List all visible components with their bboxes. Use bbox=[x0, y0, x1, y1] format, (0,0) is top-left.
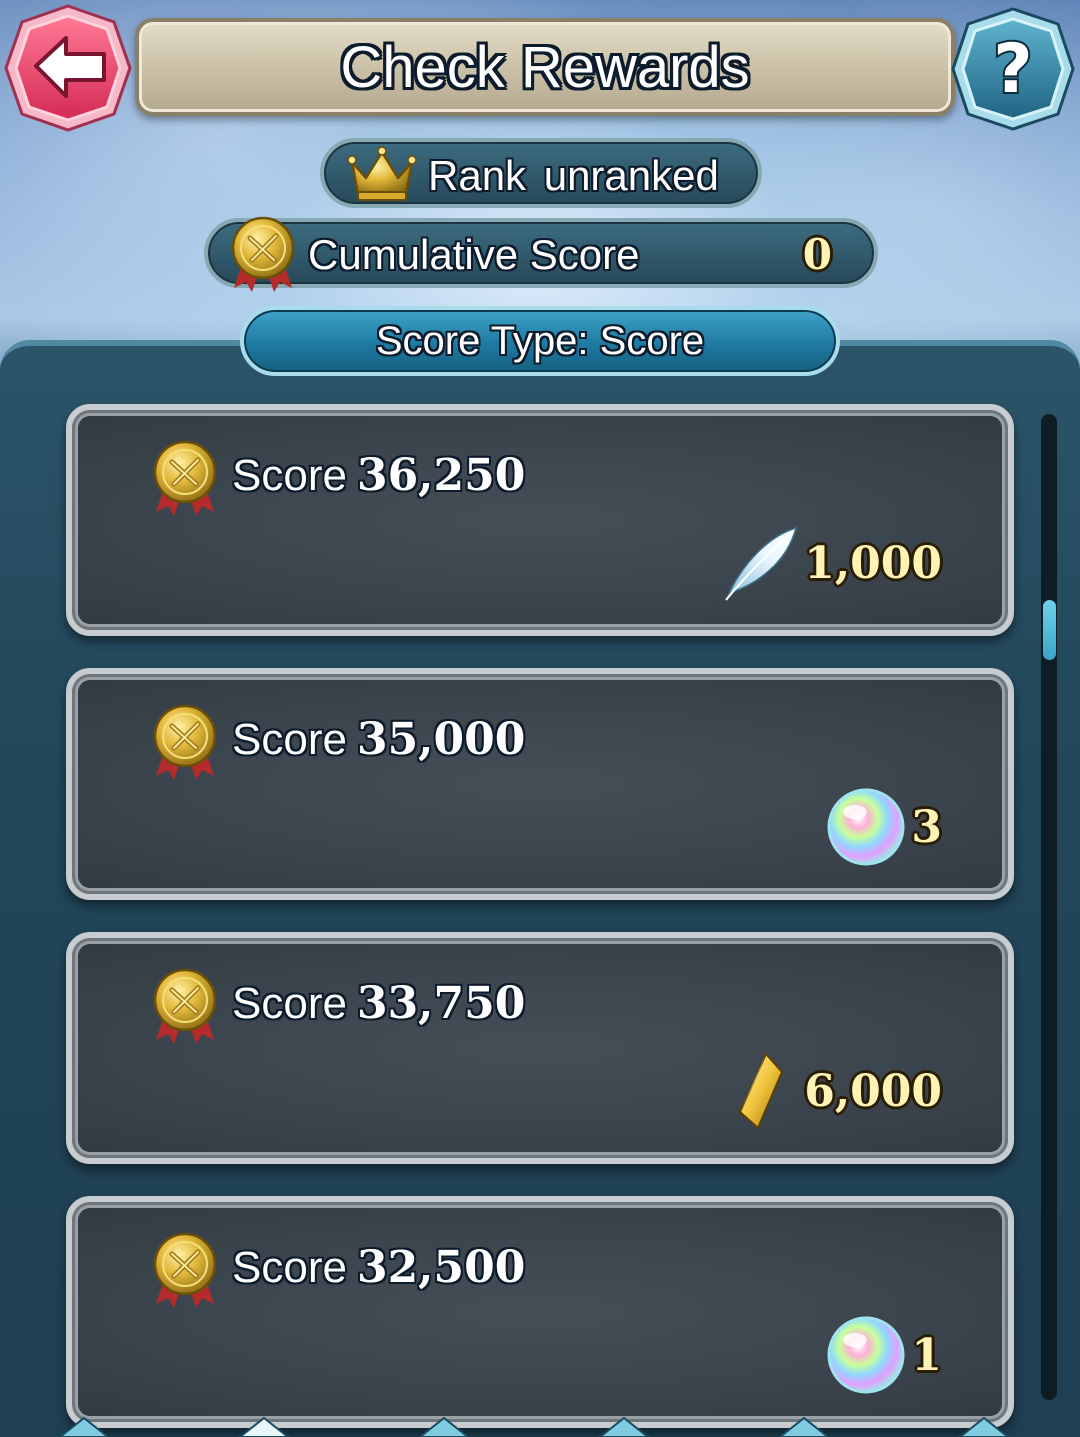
orb-icon bbox=[827, 1316, 905, 1394]
page-title: Check Rewards bbox=[340, 34, 750, 100]
back-arrow-icon bbox=[4, 4, 132, 132]
medal-icon bbox=[152, 704, 218, 780]
title-plate: Check Rewards bbox=[135, 18, 955, 116]
feather-icon bbox=[725, 526, 798, 601]
medal-icon bbox=[152, 440, 218, 516]
reward-card: Score 35,000 3 bbox=[66, 668, 1014, 900]
reward-card: Score 36,250 1,000 bbox=[66, 404, 1014, 636]
cumulative-score-label: Cumulative Score bbox=[308, 231, 640, 278]
reward-quantity: 6,000 bbox=[804, 1065, 942, 1117]
question-mark-icon: ? bbox=[951, 7, 1075, 131]
reward-item: 3 bbox=[825, 782, 942, 872]
medal-icon bbox=[152, 968, 218, 1044]
rewards-list[interactable]: Score 36,250 1,000 Score 35,000 3 Score 33,… bbox=[0, 350, 1080, 1437]
reward-item: 1 bbox=[825, 1310, 942, 1400]
help-button[interactable]: ? bbox=[950, 6, 1076, 132]
crown-icon bbox=[347, 146, 417, 201]
reward-card: Score 32,500 1 bbox=[66, 1196, 1014, 1428]
reward-item: 1,000 bbox=[718, 518, 942, 608]
rank-display: Rank unranked bbox=[320, 138, 762, 208]
back-button[interactable] bbox=[4, 4, 132, 132]
reward-quantity: 1 bbox=[911, 1329, 942, 1381]
reward-threshold: Score 36,250 bbox=[232, 450, 526, 501]
bottom-ornament bbox=[58, 1416, 1010, 1437]
reward-item: 6,000 bbox=[718, 1046, 942, 1136]
scrollbar-track[interactable] bbox=[1041, 414, 1057, 1400]
cumulative-score-display: Cumulative Score 0 bbox=[204, 218, 878, 288]
rank-label: Rank unranked bbox=[428, 152, 719, 199]
score-type-tab[interactable]: Score Type: Score bbox=[240, 306, 840, 376]
orb-icon bbox=[827, 788, 905, 866]
reward-quantity: 1,000 bbox=[804, 537, 942, 589]
reward-threshold: Score 35,000 bbox=[232, 714, 526, 765]
crystal-icon bbox=[739, 1052, 784, 1130]
reward-card: Score 33,750 6,000 bbox=[66, 932, 1014, 1164]
cumulative-score-value: 0 bbox=[802, 230, 832, 279]
scrollbar-thumb[interactable] bbox=[1043, 600, 1056, 660]
score-type-label: Score Type: Score bbox=[375, 318, 705, 363]
reward-quantity: 3 bbox=[911, 801, 942, 853]
reward-threshold: Score 33,750 bbox=[232, 978, 526, 1029]
reward-threshold: Score 32,500 bbox=[232, 1242, 526, 1293]
medal-icon bbox=[152, 1232, 218, 1308]
svg-text:?: ? bbox=[993, 30, 1032, 109]
medal-icon bbox=[230, 216, 296, 292]
